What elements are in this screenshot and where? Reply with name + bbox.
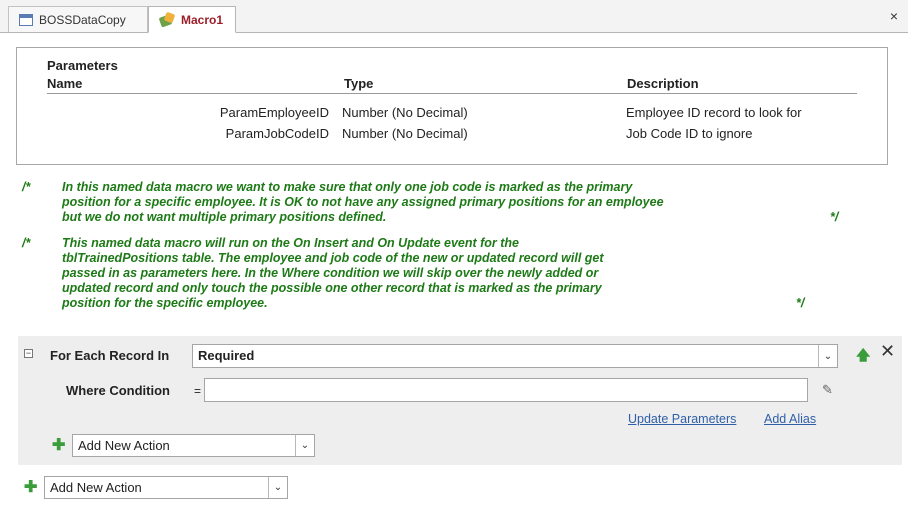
equals-sign: = xyxy=(194,384,202,398)
expression-builder-icon[interactable]: ✎ xyxy=(822,382,833,398)
chevron-down-icon[interactable]: ⌄ xyxy=(818,345,837,367)
for-each-record-value: Required xyxy=(198,348,255,363)
comment-line: position for a specific employee. It is … xyxy=(62,195,664,209)
update-parameters-link[interactable]: Update Parameters xyxy=(628,412,736,426)
comment-block[interactable]: /* In this named data macro we want to m… xyxy=(18,180,888,230)
tab-label: Macro1 xyxy=(181,12,224,27)
comment-open: /* xyxy=(22,236,31,250)
add-new-action-value: Add New Action xyxy=(50,480,142,495)
parameter-name[interactable]: ParamJobCodeID xyxy=(17,126,329,141)
comment-line: In this named data macro we want to make… xyxy=(62,180,633,194)
parameters-panel: Parameters Name Type Description ParamEm… xyxy=(16,47,888,165)
chevron-down-icon[interactable]: ⌄ xyxy=(268,477,287,498)
parameter-row[interactable]: ParamJobCodeID Number (No Decimal) Job C… xyxy=(17,126,877,146)
table-icon xyxy=(19,13,33,26)
parameter-row[interactable]: ParamEmployeeID Number (No Decimal) Empl… xyxy=(17,105,877,125)
add-action-plus-icon[interactable]: ✚ xyxy=(24,477,37,497)
add-new-action-value: Add New Action xyxy=(78,438,170,453)
column-header-description: Description xyxy=(627,76,699,91)
comment-line: position for the specific employee. xyxy=(62,296,268,310)
where-condition-input[interactable] xyxy=(204,378,808,402)
for-each-record-select[interactable]: Required ⌄ xyxy=(192,344,838,368)
macro-icon xyxy=(159,13,175,27)
comment-close: */ xyxy=(830,210,839,224)
for-each-record-label: For Each Record In xyxy=(50,348,170,363)
comment-open: /* xyxy=(22,180,31,194)
comment-block[interactable]: /* This named data macro will run on the… xyxy=(18,236,888,326)
macro-comments: /* In this named data macro we want to m… xyxy=(18,180,888,326)
close-icon[interactable]: × xyxy=(890,8,898,24)
add-alias-link[interactable]: Add Alias xyxy=(764,412,816,426)
comment-line: tblTrainedPositions table. The employee … xyxy=(62,251,604,265)
where-condition-label: Where Condition xyxy=(66,383,170,398)
tab-label: BOSSDataCopy xyxy=(39,12,126,27)
tab-bossdatacopy[interactable]: BOSSDataCopy xyxy=(8,6,148,32)
comment-close: */ xyxy=(796,296,805,310)
move-up-icon[interactable]: 🡅 xyxy=(856,345,870,369)
parameter-type[interactable]: Number (No Decimal) xyxy=(342,105,468,120)
parameter-type[interactable]: Number (No Decimal) xyxy=(342,126,468,141)
parameter-description[interactable]: Job Code ID to ignore xyxy=(626,126,752,141)
tab-macro1[interactable]: Macro1 xyxy=(148,6,236,33)
comment-line: but we do not want multiple primary posi… xyxy=(62,210,387,224)
delete-icon[interactable]: ✕ xyxy=(880,341,895,362)
parameter-name[interactable]: ParamEmployeeID xyxy=(17,105,329,120)
parameters-header: Name Type Description xyxy=(47,74,857,94)
chevron-down-icon[interactable]: ⌄ xyxy=(295,435,314,456)
column-header-type: Type xyxy=(344,76,374,91)
add-new-action-select[interactable]: Add New Action ⌄ xyxy=(72,434,315,457)
comment-line: This named data macro will run on the On… xyxy=(62,236,520,250)
collapse-icon[interactable]: − xyxy=(24,349,33,358)
comment-line: passed in as parameters here. In the Whe… xyxy=(62,266,599,280)
add-action-plus-icon[interactable]: ✚ xyxy=(52,435,65,455)
comment-line: updated record and only touch the possib… xyxy=(62,281,602,295)
for-each-record-block[interactable]: − For Each Record In Required ⌄ 🡅 ✕ Wher… xyxy=(18,336,902,465)
parameters-title: Parameters xyxy=(47,58,118,73)
column-header-name: Name xyxy=(47,76,83,91)
parameter-description[interactable]: Employee ID record to look for xyxy=(626,105,802,120)
add-new-action-select[interactable]: Add New Action ⌄ xyxy=(44,476,288,499)
document-tab-bar: BOSSDataCopy Macro1 × xyxy=(0,0,908,33)
